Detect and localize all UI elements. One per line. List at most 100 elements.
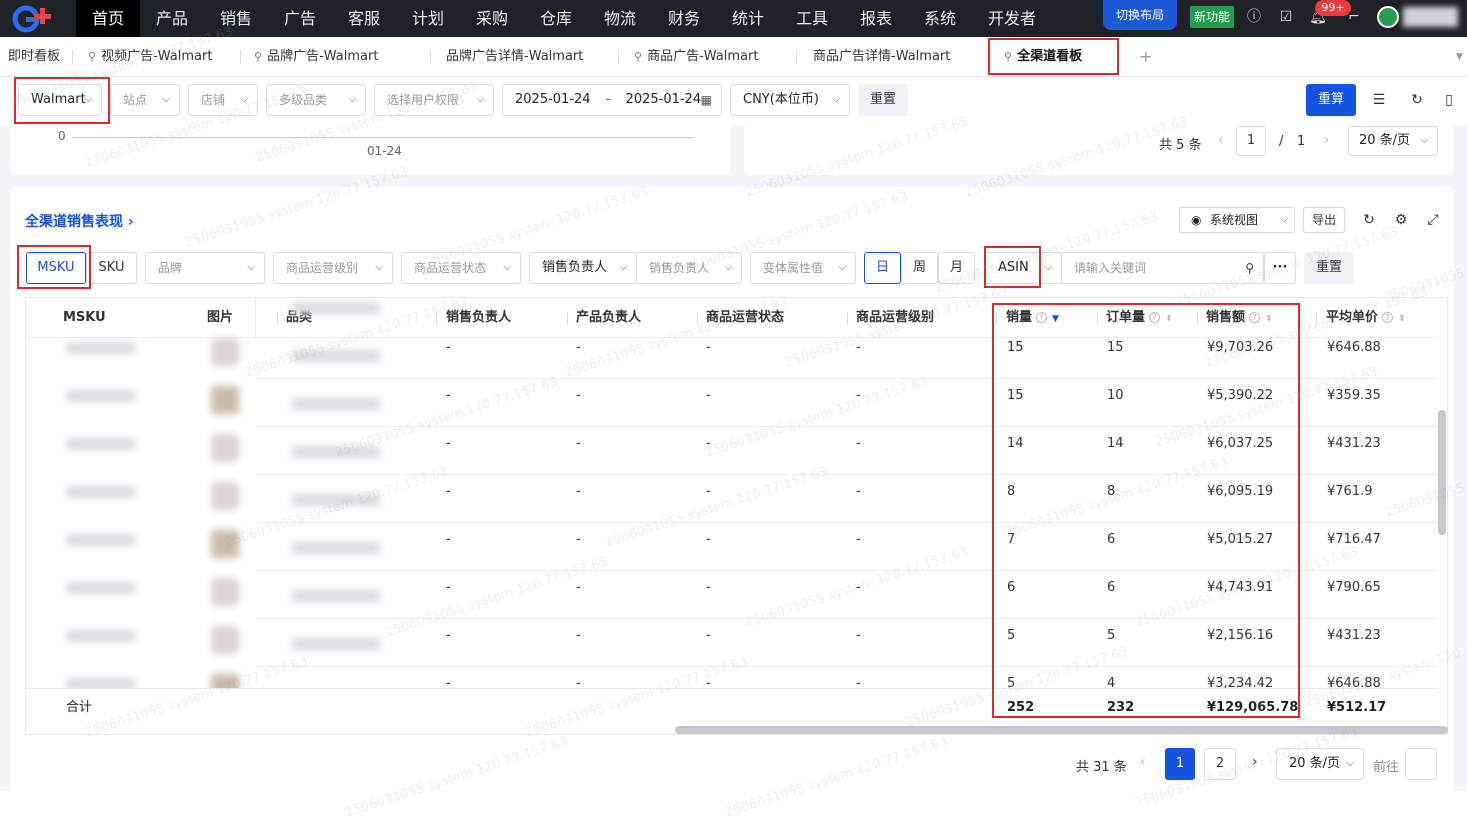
site-select[interactable]: 站点 ⌵ — [110, 84, 180, 116]
add-tab-button[interactable]: + — [1139, 37, 1152, 77]
reset-button[interactable]: 重置 — [858, 84, 908, 116]
msku-blurred[interactable] — [66, 582, 136, 594]
pagination-size-select[interactable]: 20 条/页 ⌵ — [1276, 748, 1364, 780]
username-blurred[interactable] — [1403, 7, 1458, 27]
product-image-blurred[interactable] — [211, 386, 239, 414]
nav-warehouse[interactable]: 仓库 — [524, 0, 588, 37]
brand-select[interactable]: 品牌 ⌵ — [145, 252, 265, 284]
nav-system[interactable]: 系统 — [908, 0, 972, 37]
msku-blurred[interactable] — [66, 486, 136, 498]
tab-video-ads[interactable]: ⚲ 视频广告-Walmart — [88, 37, 212, 77]
horizontal-scrollbar[interactable] — [675, 726, 1448, 734]
section-title[interactable]: 全渠道销售表现 › — [25, 211, 134, 231]
sort-icon[interactable]: ⬍ — [1398, 314, 1406, 324]
period-month-button[interactable]: 月 — [938, 252, 975, 284]
nav-sales[interactable]: 销售 — [204, 0, 268, 37]
table-reset-button[interactable]: 重置 — [1304, 252, 1354, 284]
msku-blurred[interactable] — [66, 390, 136, 402]
tab-product-ads-detail[interactable]: 商品广告详情-Walmart — [813, 37, 950, 77]
platform-select[interactable]: Walmart ⌵ — [18, 84, 102, 116]
pager-next[interactable]: › — [1324, 133, 1329, 148]
nav-ads[interactable]: 广告 — [268, 0, 332, 37]
refresh-icon[interactable]: ↻ — [1360, 211, 1378, 229]
sort-desc-icon[interactable]: ▼ — [1052, 314, 1059, 324]
nav-customer-service[interactable]: 客服 — [332, 0, 396, 37]
nav-tools[interactable]: 工具 — [780, 0, 844, 37]
system-view-select[interactable]: ◉ 系统视图 ⌵ — [1179, 207, 1295, 233]
message-icon[interactable]: ⌐ — [1345, 8, 1363, 26]
info-circle-icon[interactable]: ⓘ — [1245, 8, 1263, 26]
tab-brand-ads[interactable]: ⚲ 品牌广告-Walmart — [254, 37, 378, 77]
product-image-blurred[interactable] — [211, 626, 239, 654]
avatar[interactable] — [1377, 6, 1399, 28]
op-level-select[interactable]: 商品运营级别 ⌵ — [273, 252, 393, 284]
app-logo[interactable] — [12, 4, 62, 33]
product-image-blurred[interactable] — [211, 338, 239, 366]
col-header-amount[interactable]: 销售额? ⬍ — [1206, 298, 1273, 338]
variant-select[interactable]: 变体属性值 ⌵ — [750, 252, 856, 284]
date-range-picker[interactable]: 2025-01-24 - 2025-01-24 ▦ — [502, 84, 722, 116]
nav-logistics[interactable]: 物流 — [588, 0, 652, 37]
calendar-check-icon[interactable]: ☑ — [1277, 8, 1295, 26]
switch-layout-button[interactable]: 切换布局 — [1103, 0, 1177, 30]
product-image-blurred[interactable] — [211, 578, 239, 606]
col-header-orders[interactable]: 订单量? ⬍ — [1106, 298, 1173, 338]
msku-blurred[interactable] — [66, 342, 136, 354]
product-image-blurred[interactable] — [211, 482, 239, 510]
tab-brand-ads-detail[interactable]: 品牌广告详情-Walmart — [446, 37, 583, 77]
pin-icon[interactable]: ⚲ — [254, 50, 262, 63]
help-icon[interactable]: ? — [1249, 312, 1261, 323]
nav-product[interactable]: 产品 — [140, 0, 204, 37]
col-header-qty[interactable]: 销量? ▼ — [1006, 298, 1059, 338]
pagination-page-2[interactable]: 2 — [1204, 748, 1236, 780]
pin-icon[interactable]: ⚲ — [88, 50, 96, 63]
refresh-icon[interactable]: ↻ — [1408, 91, 1426, 109]
gear-icon[interactable]: ⚙ — [1392, 211, 1410, 229]
tabs-dropdown-icon[interactable]: ▼ — [1456, 37, 1463, 77]
op-status-select[interactable]: 商品运营状态 ⌵ — [401, 252, 521, 284]
expand-icon[interactable]: ⤢ — [1424, 211, 1442, 229]
sort-icon[interactable]: ⬍ — [1265, 314, 1273, 324]
category-select[interactable]: 多级品类 ⌵ — [266, 84, 366, 116]
product-image-blurred[interactable] — [211, 530, 239, 558]
nav-home[interactable]: 首页 — [76, 0, 140, 37]
recalculate-button[interactable]: 重算 — [1306, 84, 1356, 116]
nav-reports[interactable]: 报表 — [844, 0, 908, 37]
new-feature-button[interactable]: 新功能 — [1190, 6, 1234, 28]
permission-select[interactable]: 选择用户权限 ⌵ — [374, 84, 494, 116]
book-icon[interactable]: ▯ — [1440, 91, 1458, 109]
msku-blurred[interactable] — [66, 438, 136, 450]
msku-toggle-button[interactable]: MSKU — [26, 252, 86, 284]
list-icon[interactable]: ☰ — [1370, 91, 1388, 109]
pagination-goto-input[interactable] — [1405, 748, 1437, 780]
pin-icon[interactable]: ⚲ — [634, 50, 642, 63]
pager-prev[interactable]: ‹ — [1218, 133, 1223, 148]
pin-icon[interactable]: ⚲ — [1004, 50, 1012, 63]
pagination-page-1[interactable]: 1 — [1165, 748, 1195, 780]
search-icon[interactable]: ⚲ — [1245, 253, 1254, 283]
nav-developer[interactable]: 开发者 — [972, 0, 1052, 37]
nav-statistics[interactable]: 统计 — [716, 0, 780, 37]
tab-omnichannel-board[interactable]: ⚲ 全渠道看板 — [1004, 37, 1082, 77]
nav-finance[interactable]: 财务 — [652, 0, 716, 37]
period-day-button[interactable]: 日 — [864, 252, 901, 284]
keyword-search-input[interactable]: 请输入关键词 ⚲ — [1061, 252, 1264, 284]
owner-type-select[interactable]: 销售负责人 ⌵ — [529, 252, 637, 284]
sku-toggle-button[interactable]: SKU — [86, 252, 137, 284]
pager-size-select[interactable]: 20 条/页 ⌵ — [1348, 126, 1438, 156]
tab-realtime-board[interactable]: 即时看板 — [8, 37, 60, 77]
tab-product-ads[interactable]: ⚲ 商品广告-Walmart — [634, 37, 758, 77]
more-options-button[interactable]: ··· — [1264, 252, 1296, 284]
nav-plan[interactable]: 计划 — [396, 0, 460, 37]
msku-blurred[interactable] — [66, 630, 136, 642]
currency-select[interactable]: CNY(本位币) ⌵ — [730, 84, 850, 116]
pagination-next[interactable]: › — [1252, 754, 1258, 770]
sort-icon[interactable]: ⬍ — [1165, 314, 1173, 324]
product-image-blurred[interactable] — [211, 434, 239, 462]
help-icon[interactable]: ? — [1382, 312, 1394, 323]
period-week-button[interactable]: 周 — [901, 252, 938, 284]
nav-purchase[interactable]: 采购 — [460, 0, 524, 37]
vertical-scrollbar[interactable] — [1438, 410, 1446, 535]
pagination-prev[interactable]: ‹ — [1140, 754, 1146, 770]
msku-blurred[interactable] — [66, 534, 136, 546]
